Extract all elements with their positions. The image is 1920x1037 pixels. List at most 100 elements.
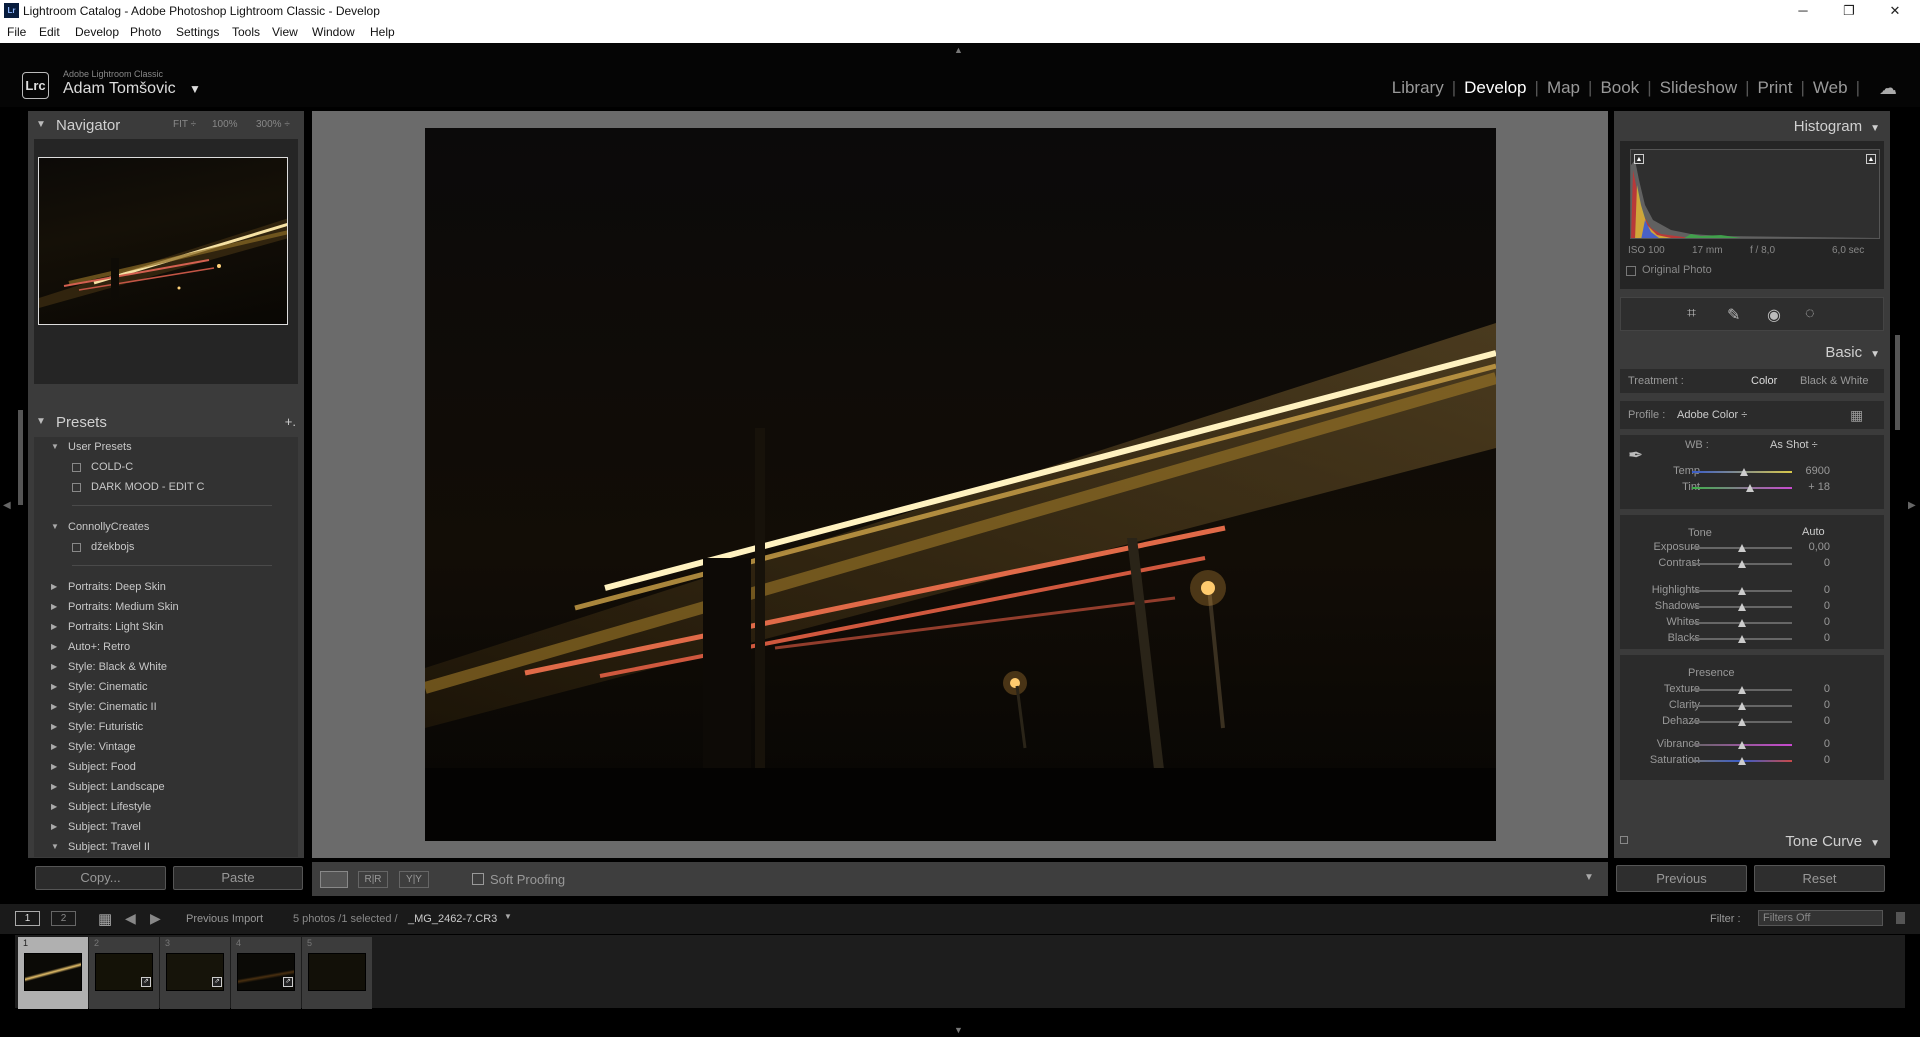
loupe-view-icon[interactable] — [320, 871, 348, 888]
exposure-slider-thumb[interactable] — [1738, 544, 1746, 552]
histogram-header[interactable]: Histogram ▼ — [1794, 118, 1880, 135]
vibrance-slider-thumb[interactable] — [1738, 741, 1746, 749]
expand-triangle-icon[interactable]: ▶ — [51, 822, 57, 831]
slider-value[interactable]: 0,00 — [1790, 541, 1830, 553]
filename-dropdown-icon[interactable]: ▼ — [504, 912, 512, 921]
slider-value[interactable]: 0 — [1790, 683, 1830, 695]
slider-value[interactable]: 0 — [1790, 584, 1830, 596]
healing-brush-icon[interactable]: ✎ — [1727, 305, 1740, 325]
filter-lock-icon[interactable] — [1896, 912, 1905, 924]
main-screen-button[interactable]: 1 — [15, 911, 40, 926]
navigator-thumbnail[interactable] — [38, 157, 288, 325]
menu-view[interactable]: View — [272, 25, 298, 39]
expand-triangle-icon[interactable]: ▶ — [51, 782, 57, 791]
reset-button[interactable]: Reset — [1754, 865, 1885, 892]
expand-triangle-icon[interactable]: ▶ — [51, 722, 57, 731]
main-photo[interactable] — [425, 128, 1496, 841]
whites-slider-thumb[interactable] — [1738, 619, 1746, 627]
filmstrip-thumbnail[interactable]: 1 — [18, 937, 88, 1009]
previous-button[interactable]: Previous — [1616, 865, 1747, 892]
module-develop[interactable]: Develop — [1456, 78, 1534, 98]
collapse-triangle-icon[interactable]: ▼ — [1870, 838, 1880, 849]
current-filename[interactable]: _MG_2462-7.CR3 — [408, 913, 497, 925]
back-arrow-icon[interactable]: ◀ — [125, 910, 136, 927]
zoom-100[interactable]: 100% — [212, 119, 238, 130]
preset-group-connollycreates[interactable]: ▼ ConnollyCreates — [34, 520, 298, 538]
module-map[interactable]: Map — [1539, 78, 1588, 98]
original-photo-checkbox[interactable] — [1626, 266, 1636, 276]
preset-group[interactable]: ▶ Portraits: Medium Skin — [34, 600, 298, 618]
expand-triangle-icon[interactable]: ▶ — [51, 602, 57, 611]
source-label[interactable]: Previous Import — [186, 913, 263, 925]
expand-triangle-icon[interactable]: ▶ — [51, 642, 57, 651]
masking-icon[interactable]: ◌ — [1805, 305, 1815, 323]
slider-value[interactable]: 0 — [1790, 616, 1830, 628]
expand-triangle-icon[interactable]: ▼ — [51, 842, 59, 851]
copy-settings-button[interactable]: Copy... — [35, 866, 166, 890]
highlight-clipping-icon[interactable]: ▲ — [1866, 154, 1876, 164]
preset-group[interactable]: ▶ Style: Cinematic II — [34, 700, 298, 718]
dehaze-slider-thumb[interactable] — [1738, 718, 1746, 726]
menu-window[interactable]: Window — [312, 25, 355, 39]
basic-header[interactable]: Basic ▼ — [1825, 344, 1880, 361]
crop-icon[interactable]: ⌗ — [1687, 305, 1696, 323]
auto-tone-button[interactable]: Auto — [1802, 526, 1825, 538]
preset-group-user-presets[interactable]: ▼ User Presets — [34, 440, 298, 458]
menu-settings[interactable]: Settings — [176, 25, 219, 39]
grid-view-icon[interactable]: ▦ — [98, 910, 112, 928]
profile-select[interactable]: Adobe Color ÷ — [1677, 409, 1747, 421]
filmstrip-thumbnail[interactable]: 2 ⇗ — [89, 937, 159, 1009]
tint-track[interactable] — [1692, 487, 1792, 489]
menu-help[interactable]: Help — [370, 25, 395, 39]
zoom-300[interactable]: 300% ÷ — [256, 119, 290, 130]
menu-tools[interactable]: Tools — [232, 25, 260, 39]
add-preset-button[interactable]: +. — [285, 414, 296, 429]
collapse-triangle-icon[interactable]: ▼ — [36, 416, 46, 427]
top-panel-toggle-icon[interactable]: ▲ — [954, 45, 963, 55]
slider-value[interactable]: 0 — [1790, 600, 1830, 612]
expand-triangle-icon[interactable]: ▼ — [51, 522, 59, 531]
slider-value[interactable]: 0 — [1790, 699, 1830, 711]
expand-triangle-icon[interactable]: ▼ — [51, 442, 59, 451]
preset-group[interactable]: ▶ Portraits: Deep Skin — [34, 580, 298, 598]
slider-value[interactable]: 0 — [1790, 715, 1830, 727]
module-web[interactable]: Web — [1805, 78, 1856, 98]
filmstrip-thumbnail[interactable]: 5 — [302, 937, 372, 1009]
user-menu-caret-icon[interactable]: ▼ — [189, 82, 201, 96]
bottom-panel-toggle-icon[interactable]: ▼ — [954, 1025, 963, 1035]
module-slideshow[interactable]: Slideshow — [1652, 78, 1746, 98]
left-scrollbar[interactable] — [18, 410, 23, 505]
expand-triangle-icon[interactable]: ▶ — [51, 582, 57, 591]
module-book[interactable]: Book — [1592, 78, 1647, 98]
tint-slider-thumb[interactable] — [1746, 484, 1754, 492]
preset-group[interactable]: ▶ Style: Futuristic — [34, 720, 298, 738]
paste-settings-button[interactable]: Paste — [173, 866, 303, 890]
preset-group[interactable]: ▼ Subject: Travel II — [34, 840, 298, 857]
preset-group[interactable]: ▶ Style: Vintage — [34, 740, 298, 758]
expand-triangle-icon[interactable]: ▶ — [51, 802, 57, 811]
minimize-button[interactable]: ─ — [1780, 0, 1826, 22]
secondary-screen-button[interactable]: 2 — [51, 911, 76, 926]
close-button[interactable]: ✕ — [1872, 0, 1918, 22]
slider-value[interactable]: 0 — [1790, 738, 1830, 750]
module-print[interactable]: Print — [1750, 78, 1801, 98]
expand-triangle-icon[interactable]: ▶ — [51, 762, 57, 771]
treatment-bw-button[interactable]: Black & White — [1800, 375, 1868, 387]
histogram-graph[interactable]: ▲ ▲ — [1630, 149, 1880, 239]
profile-browser-icon[interactable]: ▦ — [1850, 407, 1863, 424]
tone-curve-header[interactable]: Tone Curve ▼ — [1785, 833, 1880, 850]
forward-arrow-icon[interactable]: ▶ — [150, 910, 161, 927]
before-after-split-icon[interactable]: Y|Y — [399, 871, 429, 888]
slider-value[interactable]: + 18 — [1790, 481, 1830, 493]
blacks-slider-thumb[interactable] — [1738, 635, 1746, 643]
menu-file[interactable]: File — [7, 25, 26, 39]
module-library[interactable]: Library — [1384, 78, 1452, 98]
expand-triangle-icon[interactable]: ▶ — [51, 622, 57, 631]
right-panel-toggle-icon[interactable]: ▶ — [1908, 500, 1916, 511]
soft-proofing-checkbox[interactable] — [472, 873, 484, 885]
filmstrip-thumbnail[interactable]: 3 ⇗ — [160, 937, 230, 1009]
eyedropper-icon[interactable]: ✒ — [1628, 445, 1643, 466]
menu-photo[interactable]: Photo — [130, 25, 161, 39]
left-panel-toggle-icon[interactable]: ◀ — [3, 500, 11, 511]
treatment-color-button[interactable]: Color — [1751, 375, 1777, 387]
